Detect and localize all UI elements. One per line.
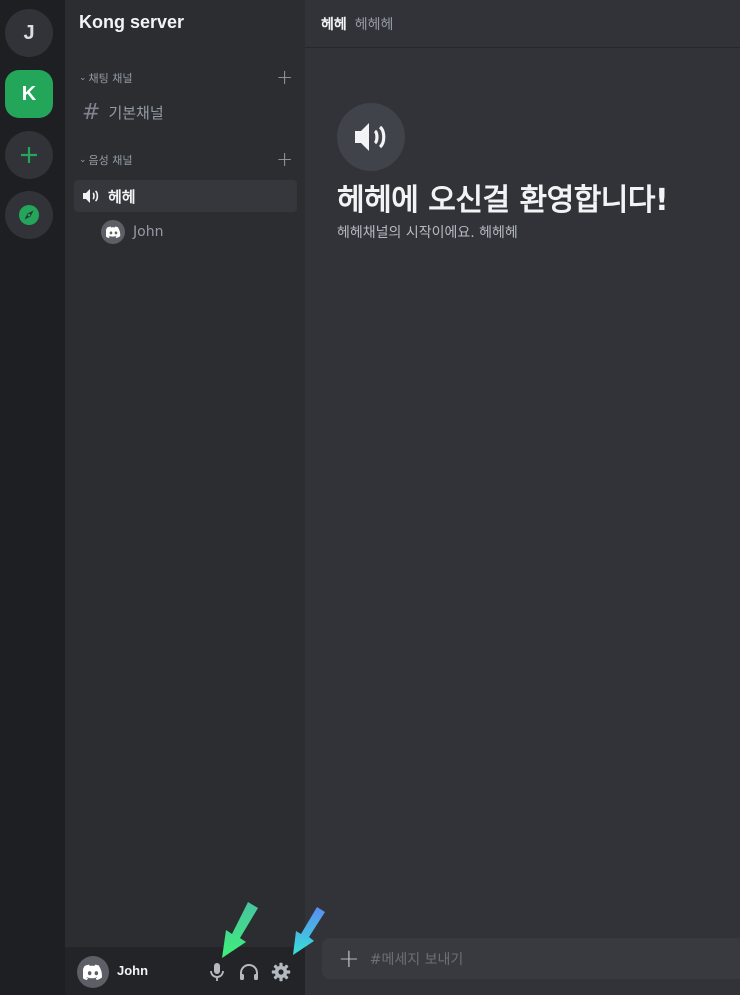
plus-icon [21, 147, 37, 163]
explore-servers-button[interactable] [5, 191, 53, 239]
channel-label: 헤헤 [108, 187, 136, 206]
server-initial: J [23, 21, 35, 44]
category-text-channels[interactable]: ⌄ 채팅 채널 + [79, 67, 293, 88]
server-name-header[interactable]: Kong server [65, 0, 305, 44]
avatar[interactable] [77, 956, 109, 988]
username: John [117, 963, 149, 978]
gear-icon [271, 962, 291, 982]
user-panel: John [65, 947, 305, 995]
annotation-arrow-blue [293, 907, 325, 955]
microphone-icon [210, 963, 224, 981]
category-label: 음성 채널 [88, 154, 133, 167]
mute-button[interactable] [206, 961, 228, 983]
channel-label: 기본채널 [108, 103, 164, 122]
channel-sidebar: Kong server ⌄ 채팅 채널 + # 기본채널 ⌄ 음성 채널 + 헤… [65, 0, 305, 995]
category-voice-channels[interactable]: ⌄ 음성 채널 + [79, 149, 293, 170]
discord-logo-icon [83, 964, 103, 980]
server-rail: J K [0, 0, 65, 995]
annotation-arrow-green [222, 902, 258, 958]
deafen-button[interactable] [238, 961, 260, 983]
discord-logo-icon [105, 226, 120, 238]
voice-connected-user[interactable]: John [101, 219, 163, 245]
category-label: 채팅 채널 [88, 72, 133, 85]
headphones-icon [240, 964, 258, 980]
server-name: Kong server [79, 11, 185, 32]
welcome-subtitle: 헤헤채널의 시작이에요. 헤헤헤 [337, 225, 518, 241]
user-settings-button[interactable] [270, 961, 292, 983]
message-input-placeholder[interactable]: #메세지 보내기 [370, 949, 463, 969]
chevron-down-icon: ⌄ [79, 155, 87, 165]
server-icon-k[interactable]: K [5, 70, 53, 118]
server-icon-j[interactable]: J [5, 9, 53, 57]
speaker-icon [82, 188, 100, 204]
main-content: 헤헤 헤헤헤 헤헤에 오신걸 환영합니다! 헤헤채널의 시작이에요. 헤헤헤 +… [305, 0, 740, 995]
add-channel-icon[interactable]: + [276, 149, 293, 169]
welcome-title: 헤헤에 오신걸 환영합니다! [337, 183, 669, 218]
welcome-speaker-icon [337, 103, 405, 171]
add-server-button[interactable] [5, 131, 53, 179]
compass-icon [19, 205, 39, 225]
hashtag-icon: # [82, 99, 101, 125]
channel-header: 헤헤 헤헤헤 [305, 0, 740, 48]
voice-user-name: John [133, 224, 164, 240]
channel-title: 헤헤 [321, 16, 347, 33]
attach-plus-icon[interactable]: + [338, 946, 360, 972]
add-channel-icon[interactable]: + [276, 67, 293, 87]
channel-item-text[interactable]: # 기본채널 [74, 96, 297, 128]
server-initial: K [21, 82, 37, 105]
chevron-down-icon: ⌄ [79, 73, 87, 83]
channel-topic: 헤헤헤 [354, 16, 394, 33]
avatar [101, 220, 125, 244]
channel-item-voice[interactable]: 헤헤 [74, 180, 297, 212]
message-composer[interactable]: + #메세지 보내기 [322, 938, 740, 979]
